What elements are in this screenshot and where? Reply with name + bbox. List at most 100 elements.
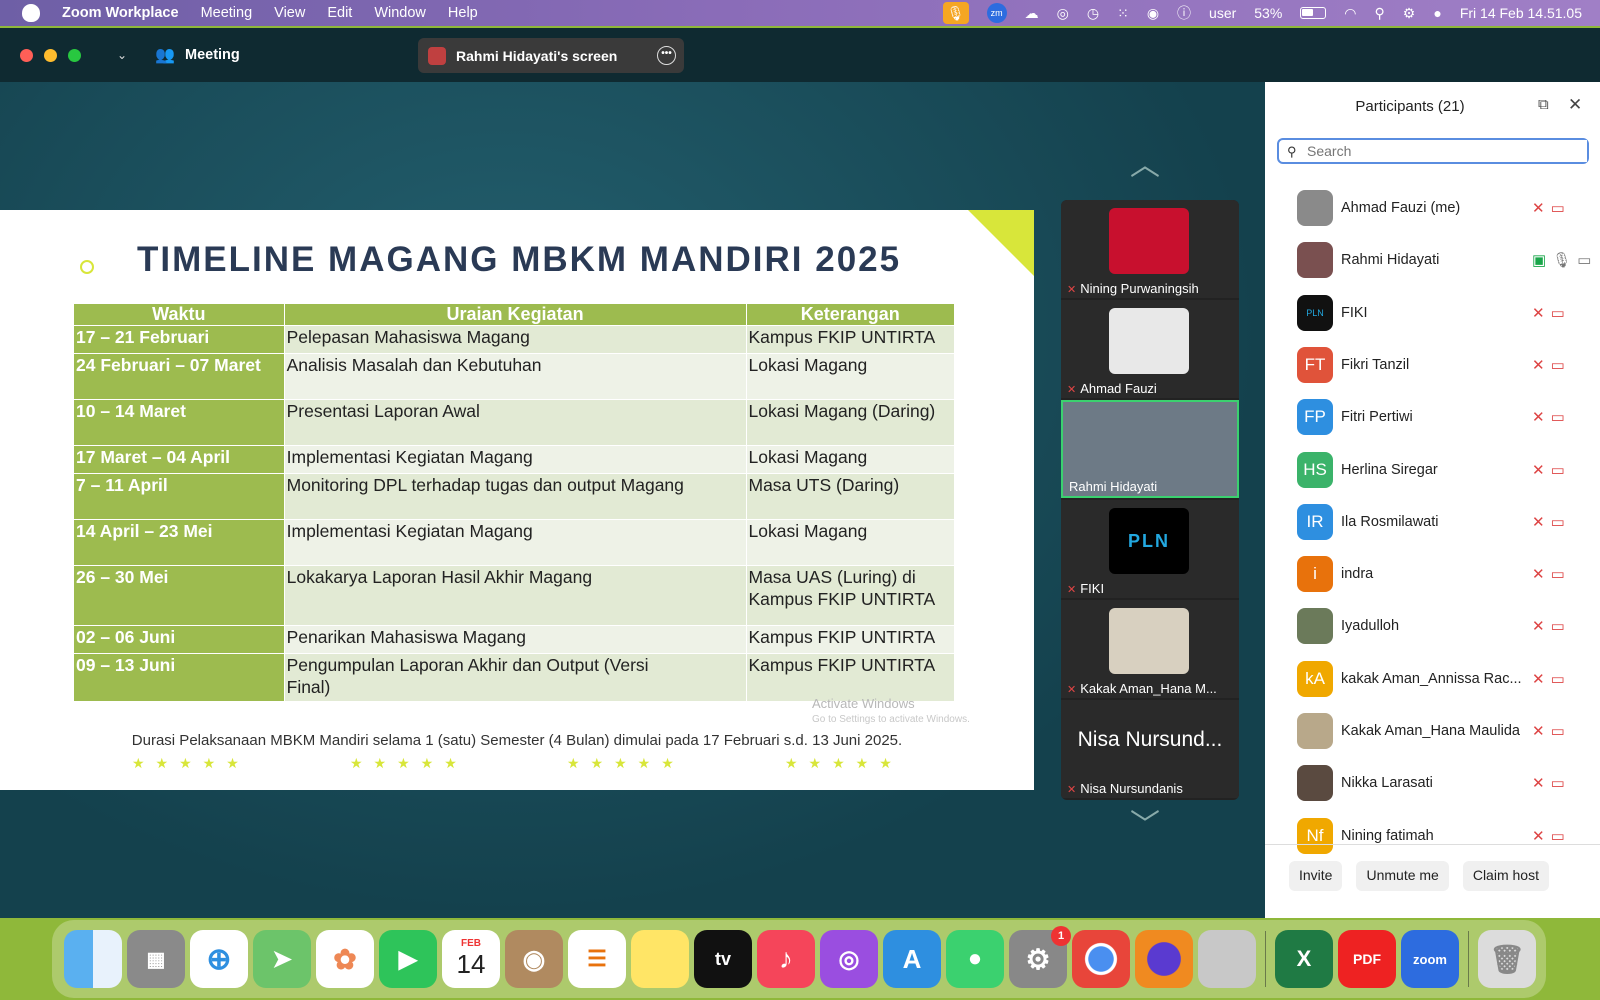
unmute-me-button[interactable]: Unmute me bbox=[1356, 861, 1449, 891]
muted-mic-icon[interactable]: ✕ bbox=[1532, 670, 1545, 688]
camera-off-icon[interactable]: ▭ bbox=[1551, 513, 1565, 531]
muted-mic-icon[interactable]: ✕ bbox=[1532, 356, 1545, 374]
accessibility-icon[interactable]: ⓘ bbox=[1177, 3, 1191, 23]
muted-mic-icon[interactable]: ✕ bbox=[1532, 199, 1545, 217]
menu-app-name[interactable]: Zoom Workplace bbox=[62, 5, 179, 21]
spotlight-search-icon[interactable]: ⚲ bbox=[1375, 5, 1385, 22]
excel-icon[interactable]: X bbox=[1275, 930, 1333, 988]
pop-out-icon[interactable]: ⧉ bbox=[1538, 96, 1549, 113]
siri-icon[interactable]: ● bbox=[1433, 5, 1441, 21]
cloud-icon[interactable]: ☁ bbox=[1025, 5, 1039, 22]
participant-row[interactable]: Kakak Aman_Hana Maulida ✕ ▭ bbox=[1297, 705, 1597, 757]
trash-icon[interactable]: 🗑 bbox=[1478, 930, 1536, 988]
calendar-icon[interactable]: FEB 14 bbox=[442, 930, 500, 988]
menu-view[interactable]: View bbox=[274, 5, 305, 21]
time-machine-icon[interactable]: ◷ bbox=[1087, 5, 1099, 22]
launchpad-icon[interactable]: ▦ bbox=[127, 930, 185, 988]
video-tile[interactable]: ✕ Nining Purwaningsih bbox=[1061, 200, 1239, 298]
muted-mic-icon[interactable]: ✕ bbox=[1532, 722, 1545, 740]
menu-help[interactable]: Help bbox=[448, 5, 478, 21]
gallery-scroll-up-icon[interactable]: ︿ bbox=[1130, 140, 1160, 184]
close-window-button[interactable] bbox=[20, 48, 33, 62]
dots-icon[interactable]: ⁙ bbox=[1117, 5, 1129, 22]
participant-row[interactable]: Ahmad Fauzi (me) ✕ ▭ bbox=[1297, 182, 1597, 234]
share-indicator[interactable]: Rahmi Hidayati's screen ••• bbox=[418, 38, 684, 73]
fingerprint-icon[interactable]: ◉ bbox=[1147, 5, 1159, 22]
close-icon[interactable]: ✕ bbox=[1568, 95, 1582, 115]
participant-row[interactable]: FT Fikri Tanzil ✕ ▭ bbox=[1297, 339, 1597, 391]
pdf-icon[interactable]: PDF bbox=[1338, 930, 1396, 988]
participant-row[interactable]: Nikka Larasati ✕ ▭ bbox=[1297, 757, 1597, 809]
video-tile[interactable]: PLN ✕ FIKI bbox=[1061, 500, 1239, 598]
muted-mic-icon[interactable]: ✕ bbox=[1532, 827, 1545, 845]
camera-off-icon[interactable]: ▭ bbox=[1551, 617, 1565, 635]
participant-row[interactable]: HS Herlina Siregar ✕ ▭ bbox=[1297, 444, 1597, 496]
menu-meeting[interactable]: Meeting bbox=[201, 5, 253, 21]
apple-tv-icon[interactable]: tv bbox=[694, 930, 752, 988]
muted-mic-icon[interactable]: ✕ bbox=[1532, 408, 1545, 426]
camera-off-icon[interactable]: ▭ bbox=[1551, 722, 1565, 740]
invite-button[interactable]: Invite bbox=[1289, 861, 1343, 891]
camera-off-icon[interactable]: ▭ bbox=[1551, 408, 1565, 426]
camera-off-icon[interactable]: ▭ bbox=[1551, 304, 1565, 322]
maps-icon[interactable]: ➤ bbox=[253, 930, 311, 988]
video-tile-active-speaker[interactable]: Rahmi Hidayati bbox=[1061, 400, 1239, 498]
participant-row[interactable]: FP Fitri Pertiwi ✕ ▭ bbox=[1297, 391, 1597, 443]
participant-row[interactable]: i indra ✕ ▭ bbox=[1297, 548, 1597, 600]
music-icon[interactable]: ♪ bbox=[757, 930, 815, 988]
camera-off-icon[interactable]: ▭ bbox=[1551, 670, 1565, 688]
participant-row[interactable]: Rahmi Hidayati ▣ 🎙 ▭ bbox=[1297, 234, 1597, 286]
camera-off-icon[interactable]: ▭ bbox=[1551, 356, 1565, 374]
participant-row[interactable]: PLN FIKI ✕ ▭ bbox=[1297, 287, 1597, 339]
muted-mic-icon[interactable]: ✕ bbox=[1532, 617, 1545, 635]
camera-off-icon[interactable]: ▭ bbox=[1551, 565, 1565, 583]
muted-mic-icon[interactable]: ✕ bbox=[1532, 565, 1545, 583]
finder-icon[interactable] bbox=[64, 930, 122, 988]
muted-mic-icon[interactable]: ✕ bbox=[1532, 513, 1545, 531]
participant-row[interactable]: IR Ila Rosmilawati ✕ ▭ bbox=[1297, 496, 1597, 548]
participant-row[interactable]: kA kakak Aman_Annissa Rac... ✕ ▭ bbox=[1297, 653, 1597, 705]
participant-search[interactable]: ⚲ bbox=[1277, 138, 1589, 164]
participant-row[interactable]: Iyadulloh ✕ ▭ bbox=[1297, 600, 1597, 652]
generic-app-icon[interactable] bbox=[1198, 930, 1256, 988]
system-settings-icon[interactable]: ⚙ 1 bbox=[1009, 926, 1071, 988]
notes-icon[interactable] bbox=[631, 930, 689, 988]
safari-icon[interactable]: ⊕ bbox=[190, 930, 248, 988]
chevron-down-icon[interactable]: ⌄ bbox=[117, 48, 127, 62]
menu-edit[interactable]: Edit bbox=[327, 5, 352, 21]
wifi-icon[interactable]: ◠ bbox=[1344, 5, 1356, 22]
video-tile[interactable]: ✕ Kakak Aman_Hana M... bbox=[1061, 600, 1239, 698]
control-center-icon[interactable]: ⚙ bbox=[1403, 5, 1416, 22]
messages-icon[interactable]: ● bbox=[946, 930, 1004, 988]
menu-window[interactable]: Window bbox=[374, 5, 426, 21]
meeting-label[interactable]: Meeting bbox=[185, 47, 240, 63]
minimize-window-button[interactable] bbox=[44, 48, 57, 62]
photos-icon[interactable]: ✿ bbox=[316, 930, 374, 988]
clock-datetime[interactable]: Fri 14 Feb 14.51.05 bbox=[1460, 5, 1582, 21]
muted-mic-icon[interactable]: ✕ bbox=[1532, 304, 1545, 322]
zoom-app-icon[interactable]: zoom bbox=[1401, 930, 1459, 988]
video-tile[interactable]: ✕ Ahmad Fauzi bbox=[1061, 300, 1239, 398]
app-store-icon[interactable]: A bbox=[883, 930, 941, 988]
facetime-icon[interactable]: ▶ bbox=[379, 930, 437, 988]
claim-host-button[interactable]: Claim host bbox=[1462, 861, 1549, 891]
muted-mic-icon[interactable]: ✕ bbox=[1532, 461, 1545, 479]
mic-icon[interactable]: 🎙 bbox=[1552, 251, 1571, 269]
firefox-icon[interactable] bbox=[1135, 930, 1193, 988]
muted-mic-icon[interactable]: ✕ bbox=[1532, 774, 1545, 792]
podcasts-icon[interactable]: ◎ bbox=[820, 930, 878, 988]
camera-off-icon[interactable]: ▭ bbox=[1551, 827, 1565, 845]
apple-icon[interactable] bbox=[22, 4, 40, 22]
microphone-status-icon[interactable]: 🎙 bbox=[942, 2, 969, 24]
maximize-window-button[interactable] bbox=[68, 48, 81, 62]
battery-percent[interactable]: 53% bbox=[1254, 5, 1282, 21]
user-label[interactable]: user bbox=[1209, 5, 1236, 21]
reminders-icon[interactable]: ☰ bbox=[568, 930, 626, 988]
contacts-icon[interactable]: ◉ bbox=[505, 930, 563, 988]
zoom-menu-icon[interactable]: zm bbox=[986, 3, 1007, 23]
video-tile[interactable]: Nisa Nursund... ✕ Nisa Nursundanis bbox=[1061, 700, 1239, 798]
more-options-icon[interactable]: ••• bbox=[657, 46, 676, 65]
shazam-icon[interactable]: ◎ bbox=[1057, 5, 1069, 22]
camera-off-icon[interactable]: ▭ bbox=[1551, 199, 1565, 217]
chrome-icon[interactable] bbox=[1072, 930, 1130, 988]
